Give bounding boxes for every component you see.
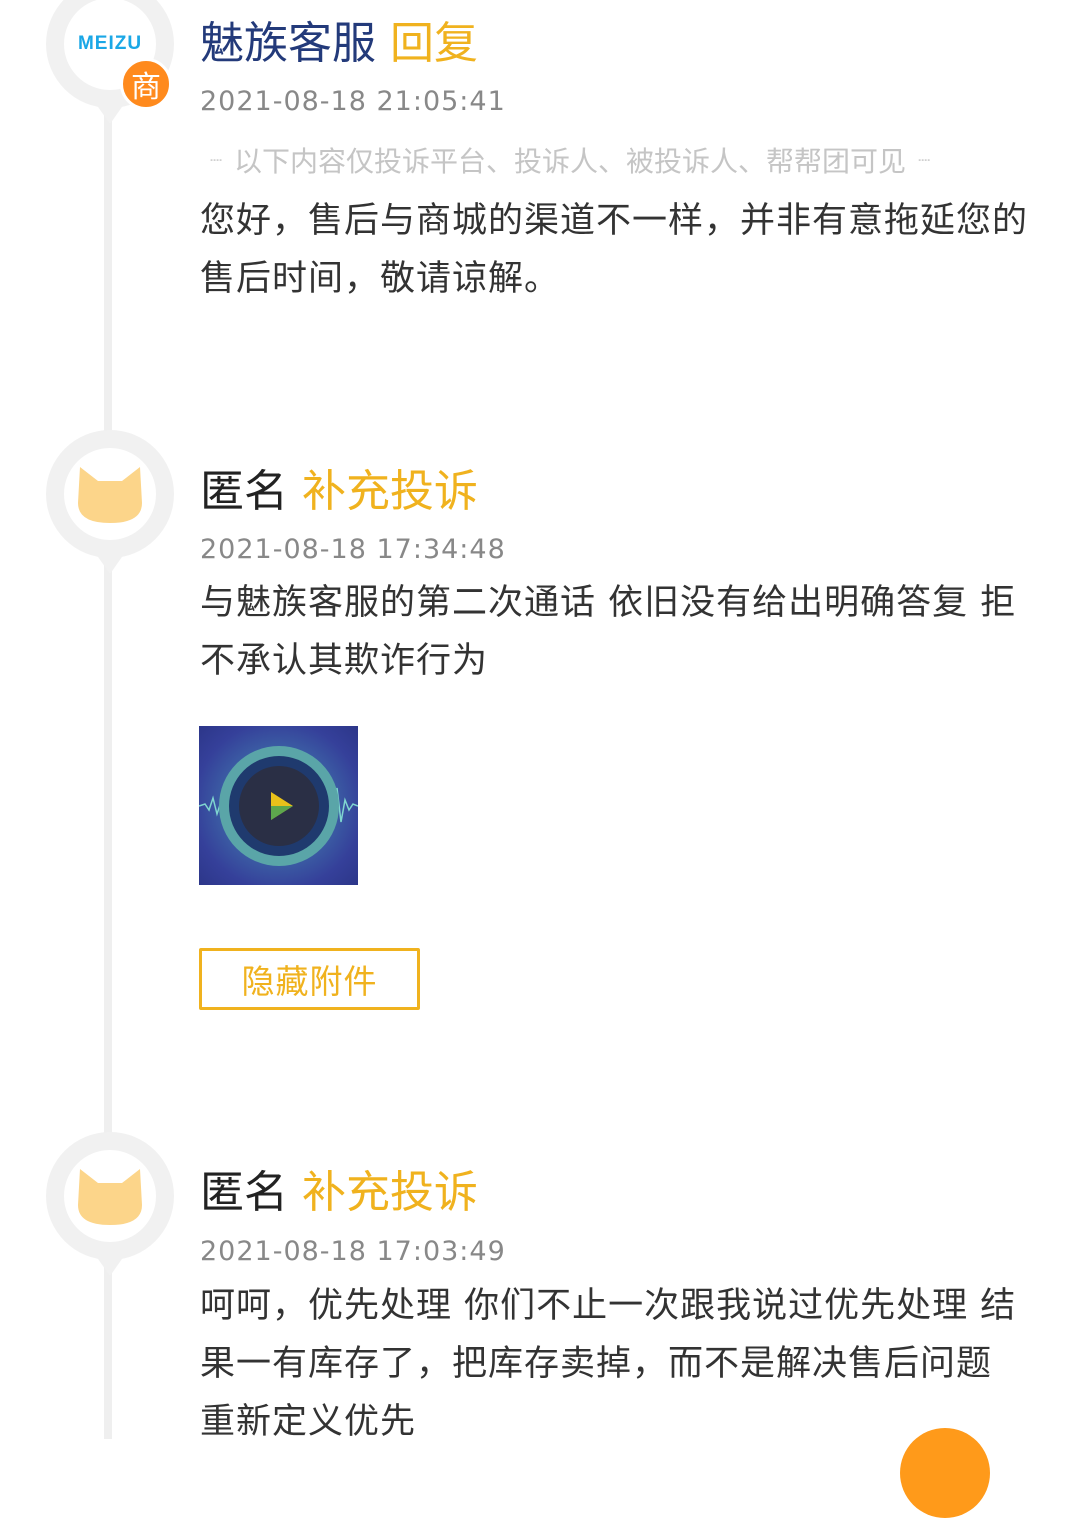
visibility-note: ┈ 以下内容仅投诉平台、投诉人、被投诉人、帮帮团可见 ┈ [198,140,1038,180]
entry-header: 匿名 补充投诉 [200,1163,478,1223]
divider-dash-left: ┈ [210,148,223,172]
author-name: 匿名 [200,466,288,517]
visibility-text: 以下内容仅投诉平台、投诉人、被投诉人、帮帮团可见 [234,145,907,178]
author-name: 匿名 [200,1167,288,1218]
entry-type: 补充投诉 [302,1167,478,1218]
cat-avatar-icon [64,1150,156,1242]
entry-header: 匿名 补充投诉 [200,462,478,522]
timestamp: 2021-08-18 21:05:41 [200,86,506,117]
entry-type: 回复 [390,18,478,69]
merchant-badge: 商 [120,58,172,110]
entry-text: 呵呵，优先处理 你们不止一次跟我说过优先处理 结果一有库存了，把库存卖掉，而不是… [200,1286,1017,1442]
avatar [46,1132,174,1260]
timestamp: 2021-08-18 17:03:49 [200,1236,506,1267]
author-name: 魅族客服 [200,18,376,69]
cat-avatar-icon [64,448,156,540]
play-icon[interactable] [239,766,319,846]
avatar [46,430,174,558]
entry-text: 您好，售后与商城的渠道不一样，并非有意拖延您的售后时间，敬请谅解。 [200,201,1029,299]
meizu-logo-text: MEIZU [77,33,143,54]
entry-type: 补充投诉 [302,466,478,517]
audio-attachment-thumbnail[interactable] [199,726,358,885]
entry-header: 魅族客服 回复 [200,14,478,74]
entry-text: 与魅族客服的第二次通话 依旧没有给出明确答复 拒不承认其欺诈行为 [200,583,1017,681]
timestamp: 2021-08-18 17:34:48 [200,534,506,565]
divider-dash-right: ┈ [918,148,931,172]
floating-action-button[interactable] [900,1428,990,1518]
hide-attachment-button[interactable]: 隐藏附件 [199,948,420,1010]
